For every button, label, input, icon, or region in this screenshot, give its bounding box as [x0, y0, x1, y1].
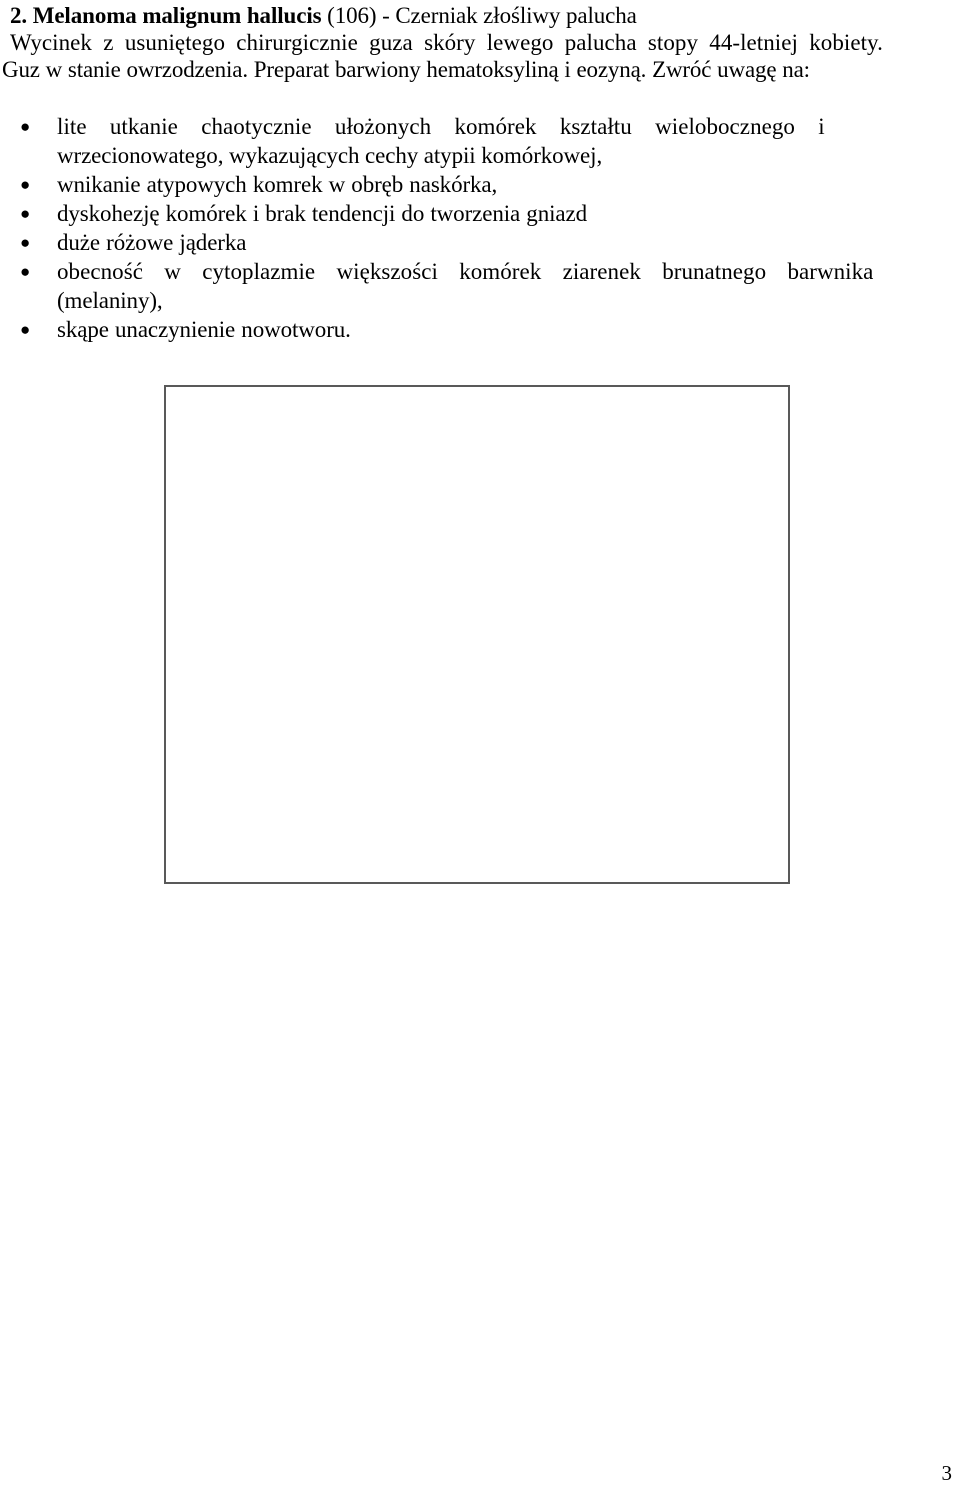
- list-item: ● dyskohezję komórek i brak tendencji do…: [0, 199, 960, 228]
- bullet-icon: ●: [20, 117, 31, 136]
- list-item-line-1: obecność w cytoplazmie większości komóre…: [57, 259, 874, 284]
- list-item-line-1: lite utkanie chaotycznie ułożonych komór…: [57, 114, 825, 139]
- list-item-line-2: wrzecionowatego, wykazujących cechy atyp…: [57, 143, 603, 168]
- bullet-icon: ●: [20, 175, 31, 194]
- bullet-icon: ●: [20, 262, 31, 281]
- list-item-line-1: duże różowe jąderka: [57, 230, 247, 255]
- document-page: 2. Melanoma malignum hallucis (106) - Cz…: [0, 0, 960, 1487]
- bullet-icon: ●: [20, 204, 31, 223]
- list-item-line-1: skąpe unaczynienie nowotworu.: [57, 317, 351, 342]
- list-item: ● skąpe unaczynienie nowotworu.: [0, 315, 960, 344]
- list-item-line-2: (melaniny),: [57, 288, 163, 313]
- intro-line-1: Wycinek z usuniętego chirurgicznie guza …: [10, 30, 883, 55]
- list-item: ● lite utkanie chaotycznie ułożonych kom…: [0, 112, 960, 170]
- title-number: 2.: [10, 3, 28, 28]
- title-code-translation: (106) - Czerniak złośliwy palucha: [327, 3, 637, 28]
- list-item: ● obecność w cytoplazmie większości komó…: [0, 257, 960, 315]
- page-number: 3: [941, 1461, 953, 1485]
- list-item: ● duże różowe jąderka: [0, 228, 960, 257]
- figure-placeholder-box: [164, 385, 790, 884]
- title-latin-name: Melanoma malignum hallucis: [32, 3, 322, 28]
- page-title: 2. Melanoma malignum hallucis (106) - Cz…: [10, 2, 950, 29]
- list-item: ● wnikanie atypowych komrek w obręb nask…: [0, 170, 960, 199]
- list-item-line-1: dyskohezję komórek i brak tendencji do t…: [57, 201, 588, 226]
- heading-block: 2. Melanoma malignum hallucis (106) - Cz…: [2, 2, 950, 83]
- findings-list: ● lite utkanie chaotycznie ułożonych kom…: [0, 112, 960, 344]
- bullet-icon: ●: [20, 320, 31, 339]
- list-item-line-1: wnikanie atypowych komrek w obręb naskór…: [57, 172, 498, 197]
- intro-line-2: Guz w stanie owrzodzenia. Preparat barwi…: [2, 57, 810, 82]
- bullet-icon: ●: [20, 233, 31, 252]
